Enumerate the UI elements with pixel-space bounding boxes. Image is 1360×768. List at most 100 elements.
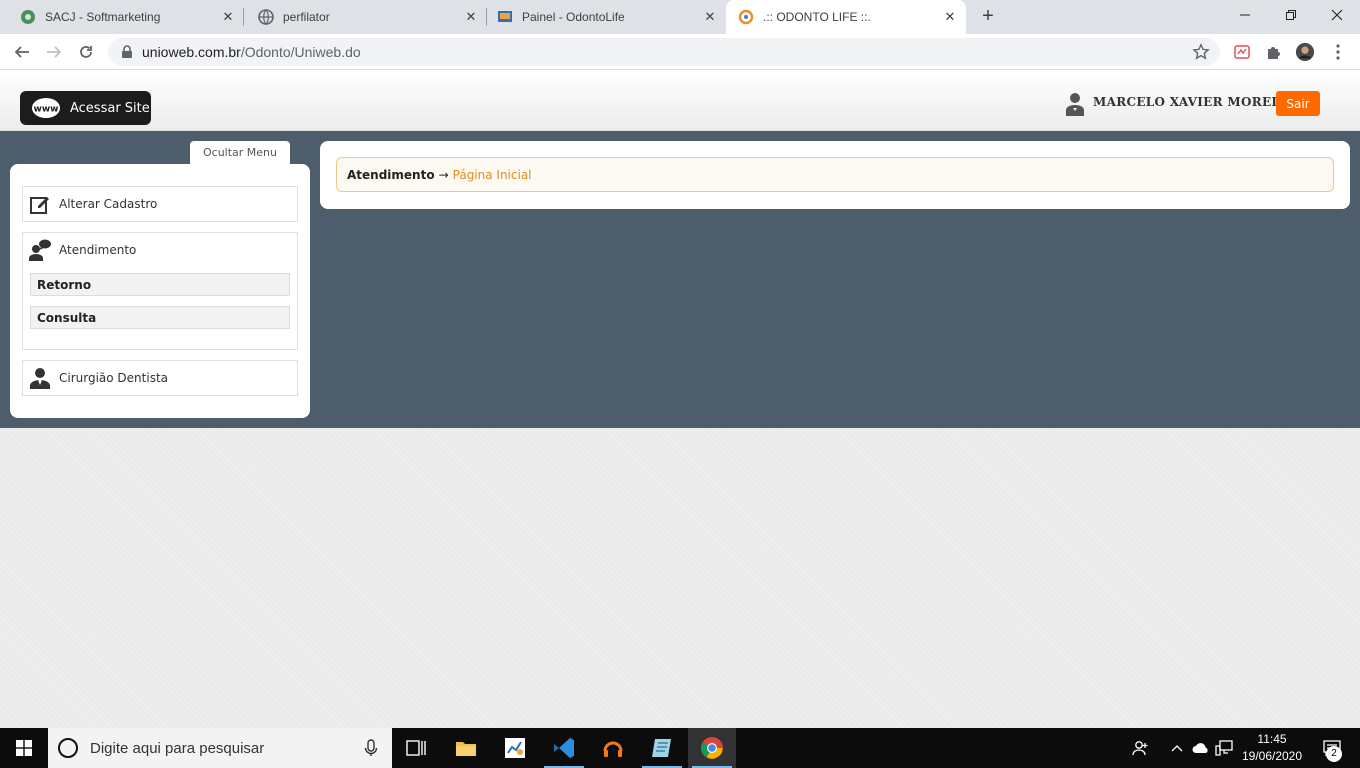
avatar-icon [1295,42,1315,62]
browser-toolbar: unioweb.com.br/Odonto/Uniweb.do [0,34,1360,70]
windows-logo-icon [16,740,32,756]
acessar-site-label: Acessar Site [70,100,150,116]
lock-icon [122,45,132,58]
sidebar-item-alterar-cadastro[interactable]: Alterar Cadastro [23,187,297,221]
people-button[interactable] [1128,728,1154,768]
new-tab-button[interactable]: + [976,5,1000,29]
user-icon [1066,93,1084,116]
cloud-icon [1192,743,1208,753]
submenu-item-retorno[interactable]: Retorno [30,273,290,296]
svg-text:www: www [34,105,59,115]
close-tab-icon[interactable]: ✕ [702,9,718,25]
user-name: MARCELO XAVIER MOREIRA [1093,95,1298,109]
breadcrumb: Atendimento → Página Inicial [336,157,1334,192]
close-icon [1331,9,1343,21]
close-tab-icon[interactable]: ✕ [463,9,479,25]
acessar-site-button[interactable]: www Acessar Site [20,91,151,125]
logout-button[interactable]: Sair [1276,91,1320,116]
submenu-item-consulta[interactable]: Consulta [30,306,290,329]
close-tab-icon[interactable]: ✕ [942,9,958,25]
sidebar-menu: Alterar Cadastro Atendimento Retorno Con… [10,164,310,418]
globe-favicon-icon [258,9,274,25]
forward-button[interactable] [42,40,66,64]
taskbar-vscode[interactable] [540,728,588,768]
sidebar-item-label: Atendimento [59,243,137,257]
breadcrumb-root[interactable]: Atendimento [347,168,435,182]
bookmark-star-icon[interactable] [1192,43,1210,61]
minimize-icon [1240,14,1250,16]
browser-tab-sacj[interactable]: SACJ - Softmarketing ✕ [0,0,244,34]
arrow-left-icon [14,46,29,58]
back-button[interactable] [10,40,34,64]
url-path: /Odonto/Uniweb.do [240,44,361,60]
chevron-up-icon [1171,745,1183,752]
menu-box-alterar-cadastro: Alterar Cadastro [22,186,298,222]
chrome-icon [701,737,723,759]
taskbar-search-box[interactable]: Digite aqui para pesquisar [48,728,392,768]
extensions-button[interactable] [1264,42,1284,62]
taskbar-clock[interactable]: 11:45 19/06/2020 [1238,731,1306,765]
taskbar-app-notes[interactable] [638,728,686,768]
kebab-menu-icon [1336,44,1340,60]
dentist-icon [30,368,50,389]
onedrive-button[interactable] [1190,728,1212,768]
close-window-button[interactable] [1314,0,1360,30]
browser-tab-painel-odontolife[interactable]: Painel - OdontoLife ✕ [487,0,726,34]
www-globe-icon: www [32,98,60,118]
content-card: Atendimento → Página Inicial [320,141,1350,209]
breadcrumb-current: Página Inicial [452,167,532,182]
reload-button[interactable] [74,40,98,64]
sidebar-item-label: Cirurgião Dentista [59,371,169,385]
restore-icon [1286,10,1296,20]
restore-window-button[interactable] [1268,0,1314,30]
start-button[interactable] [0,728,48,768]
browser-tab-odonto-life[interactable]: .:: ODONTO LIFE ::. ✕ [726,0,966,34]
minimize-window-button[interactable] [1222,0,1268,30]
taskbar-app-headset[interactable] [589,728,637,768]
close-tab-icon[interactable]: ✕ [220,9,236,25]
sidebar-item-atendimento[interactable]: Atendimento [23,233,297,267]
odonto-life-favicon-icon [738,9,754,25]
edit-icon [30,197,49,214]
bi-app-icon [505,738,525,758]
taskbar-search-placeholder: Digite aqui para pesquisar [90,739,265,757]
odontolife-favicon-icon [498,11,512,22]
microphone-icon[interactable] [364,739,378,757]
profile-avatar-button[interactable] [1295,42,1315,62]
arrow-right-icon [47,46,62,58]
browser-tab-perfilator[interactable]: perfilator ✕ [244,0,487,34]
pdf-extension-icon [1234,45,1250,59]
site-header: www Acessar Site MARCELO XAVIER MOREIRA … [0,70,1360,131]
taskbar-chrome[interactable] [688,728,736,768]
globe-favicon-icon [21,10,35,24]
extension-pdf-button[interactable] [1232,42,1252,62]
browser-menu-button[interactable] [1328,42,1348,62]
windows-taskbar: Digite aqui para pesquisar 11:45 19/06/2… [0,728,1360,768]
task-view-icon [406,740,426,756]
chat-user-icon [29,239,51,261]
tab-title: SACJ - Softmarketing [45,10,161,24]
folder-icon [456,742,476,756]
tab-title: perfilator [283,10,330,24]
sidebar-item-cirurgiao-dentista[interactable]: Cirurgião Dentista [23,361,297,395]
headset-icon [603,741,623,757]
tab-title: .:: ODONTO LIFE ::. [763,10,871,24]
menu-box-cirurgiao-dentista: Cirurgião Dentista [22,360,298,396]
network-icon [1215,740,1233,756]
page-background [0,428,1360,728]
taskbar-file-explorer[interactable] [442,728,490,768]
url-host: unioweb.com.br [142,44,241,60]
people-icon [1132,741,1148,756]
notes-app-icon [652,739,671,757]
hide-menu-button[interactable]: Ocultar Menu [190,141,290,164]
main-band: Ocultar Menu Alterar Cadastro Atendiment… [0,131,1360,428]
cortana-icon [58,738,78,758]
tab-title: Painel - OdontoLife [522,10,625,24]
show-hidden-icons-button[interactable] [1166,728,1188,768]
address-bar[interactable]: unioweb.com.br/Odonto/Uniweb.do [108,38,1220,66]
reload-icon [80,46,92,58]
clock-date: 19/06/2020 [1241,749,1303,763]
network-button[interactable] [1213,728,1235,768]
task-view-button[interactable] [392,728,440,768]
taskbar-app-bi[interactable] [491,728,539,768]
